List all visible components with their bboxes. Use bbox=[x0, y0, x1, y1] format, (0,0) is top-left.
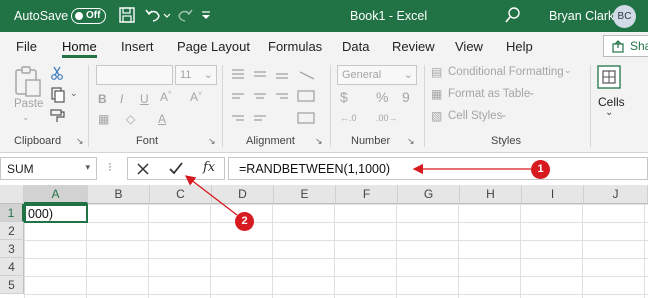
annotation-arrow-2 bbox=[184, 175, 238, 216]
annotation-badge-1: 1 bbox=[531, 160, 550, 179]
annotation-badge-2: 2 bbox=[235, 212, 254, 231]
annotation-arrows bbox=[184, 163, 531, 216]
